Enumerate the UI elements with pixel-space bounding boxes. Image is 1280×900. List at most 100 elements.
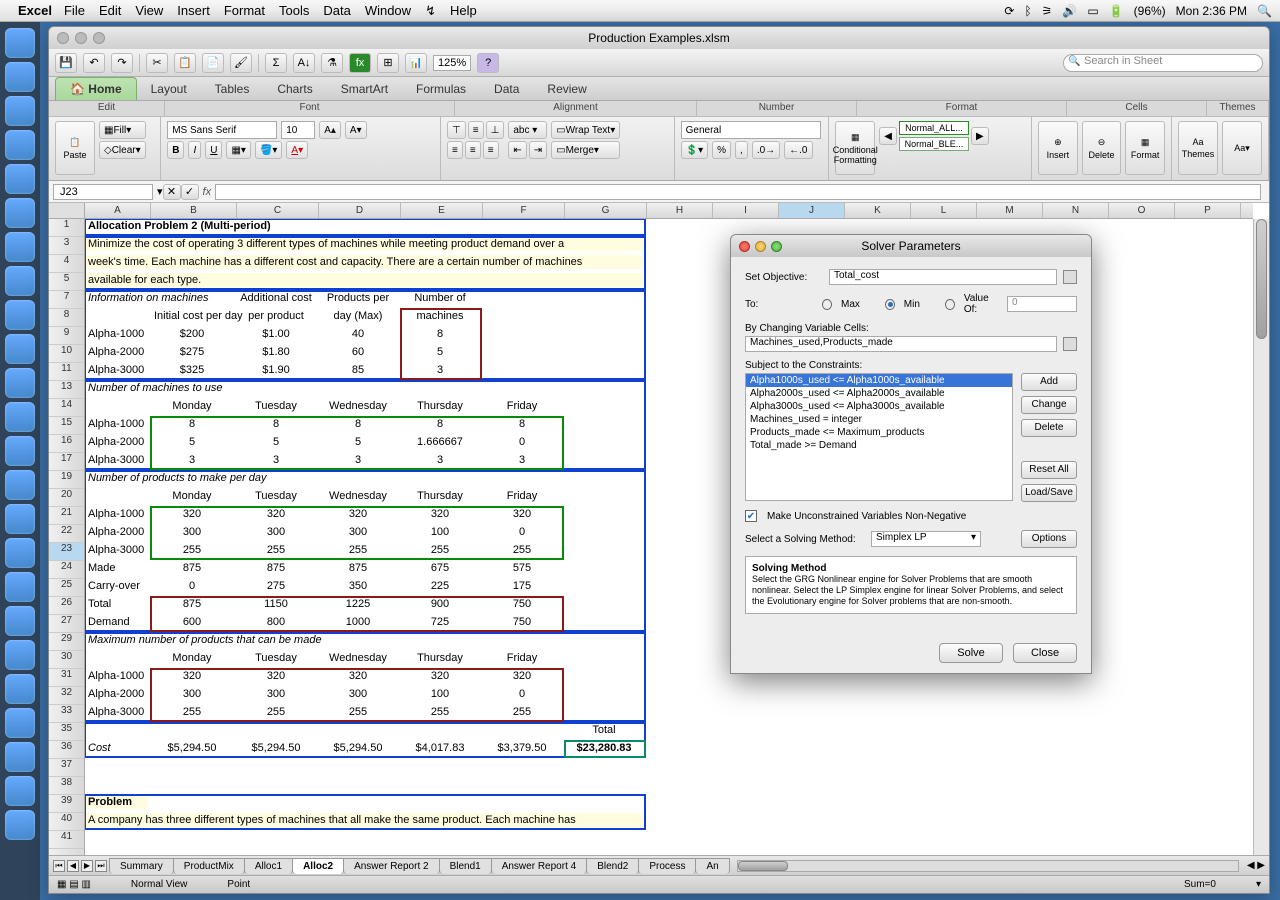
tab-formulas[interactable]: Formulas — [402, 78, 480, 100]
tab-next-icon[interactable]: ▶ — [81, 860, 93, 872]
conditional-formatting-button[interactable]: ▦Conditional Formatting — [835, 121, 875, 175]
clear-button[interactable]: ◇ Clear ▾ — [99, 141, 146, 159]
row-header-13[interactable]: 13 — [49, 381, 84, 399]
row-header-17[interactable]: 17 — [49, 453, 84, 471]
row-header-41[interactable]: 41 — [49, 831, 84, 849]
percent-icon[interactable]: % — [712, 141, 731, 159]
col-header-P[interactable]: P — [1175, 203, 1241, 218]
solver-options-button[interactable]: Options — [1021, 530, 1077, 548]
row-header-37[interactable]: 37 — [49, 759, 84, 777]
dock-item[interactable] — [5, 708, 35, 738]
row-header-30[interactable]: 30 — [49, 651, 84, 669]
row-header-31[interactable]: 31 — [49, 669, 84, 687]
row-header-23[interactable]: 23 — [49, 543, 84, 561]
dock-item[interactable] — [5, 776, 35, 806]
col-header-G[interactable]: G — [565, 203, 647, 218]
shrink-font-icon[interactable]: A▾ — [345, 121, 367, 139]
solver-constraints-list[interactable]: Alpha1000s_used <= Alpha1000s_available … — [745, 373, 1013, 501]
range-picker-icon[interactable] — [1063, 337, 1077, 351]
row-header-38[interactable]: 38 — [49, 777, 84, 795]
align-right-icon[interactable]: ≡ — [483, 141, 499, 159]
row-header-1[interactable]: 1 — [49, 219, 84, 237]
paste-icon[interactable]: 📄 — [202, 53, 224, 73]
sheet-tab-an[interactable]: An — [695, 858, 729, 874]
sheet-tab-answer report 4[interactable]: Answer Report 4 — [491, 858, 587, 874]
dock-item[interactable] — [5, 96, 35, 126]
row-header-36[interactable]: 36 — [49, 741, 84, 759]
solver-add-button[interactable]: Add — [1021, 373, 1077, 391]
chart-icon[interactable]: 📊 — [405, 53, 427, 73]
align-top-icon[interactable]: ⊤ — [447, 121, 466, 139]
solver-min-radio[interactable] — [885, 299, 895, 310]
font-size-select[interactable]: 10 — [281, 121, 315, 139]
sheet-tab-blend2[interactable]: Blend2 — [586, 858, 639, 874]
solver-close-button[interactable]: Close — [1013, 643, 1077, 663]
row-header-20[interactable]: 20 — [49, 489, 84, 507]
fill-button[interactable]: ▦ Fill ▾ — [99, 121, 146, 139]
volume-icon[interactable]: 🔊 — [1062, 4, 1077, 18]
solver-valueof-radio[interactable] — [945, 299, 955, 310]
row-header-8[interactable]: 8 — [49, 309, 84, 327]
decrease-indent-icon[interactable]: ⇤ — [508, 141, 526, 159]
dock-item[interactable] — [5, 368, 35, 398]
row-header-25[interactable]: 25 — [49, 579, 84, 597]
solver-nonneg-checkbox[interactable]: ✔ — [745, 510, 757, 522]
solver-minimize-icon[interactable] — [755, 241, 766, 252]
row-header-10[interactable]: 10 — [49, 345, 84, 363]
col-header-A[interactable]: A — [85, 203, 151, 218]
horizontal-scrollbar[interactable] — [737, 860, 1239, 872]
menu-insert[interactable]: Insert — [177, 3, 210, 18]
column-headers[interactable]: ABCDEFGHIJKLMNOP — [85, 203, 1253, 219]
select-all-corner[interactable] — [49, 203, 85, 219]
dock-item[interactable] — [5, 436, 35, 466]
solver-max-radio[interactable] — [822, 299, 832, 310]
col-header-L[interactable]: L — [911, 203, 977, 218]
row-header-19[interactable]: 19 — [49, 471, 84, 489]
constraint-item[interactable]: Alpha1000s_used <= Alpha1000s_available — [746, 374, 1012, 387]
sheet-tab-answer report 2[interactable]: Answer Report 2 — [343, 858, 439, 874]
align-bottom-icon[interactable]: ⊥ — [486, 121, 505, 139]
row-header-22[interactable]: 22 — [49, 525, 84, 543]
row-header-3[interactable]: 3 — [49, 237, 84, 255]
italic-icon[interactable]: I — [188, 141, 201, 159]
style-next-icon[interactable]: ▶ — [971, 127, 989, 145]
col-header-D[interactable]: D — [319, 203, 401, 218]
wifi-icon[interactable]: ⚞ — [1042, 4, 1053, 18]
row-header-5[interactable]: 5 — [49, 273, 84, 291]
menu-view[interactable]: View — [135, 3, 163, 18]
col-header-M[interactable]: M — [977, 203, 1043, 218]
delete-cells-button[interactable]: ⊖Delete — [1082, 121, 1122, 175]
sheet-tab-alloc1[interactable]: Alloc1 — [244, 858, 293, 874]
sheet-tab-alloc2[interactable]: Alloc2 — [292, 858, 344, 874]
orientation-button[interactable]: abc ▾ — [508, 121, 547, 139]
cell-style-2[interactable]: Normal_BLE... — [899, 137, 969, 151]
fx-icon[interactable]: fx — [349, 53, 371, 73]
solver-method-select[interactable]: Simplex LP▾ — [871, 531, 981, 547]
grow-font-icon[interactable]: A▴ — [319, 121, 341, 139]
tab-home[interactable]: 🏠 Home — [55, 77, 137, 100]
minimize-icon[interactable] — [75, 32, 87, 44]
constraint-item[interactable]: Total_made >= Demand — [746, 439, 1012, 452]
save-icon[interactable]: 💾 — [55, 53, 77, 73]
col-header-O[interactable]: O — [1109, 203, 1175, 218]
dock-item[interactable] — [5, 334, 35, 364]
solver-zoom-icon[interactable] — [771, 241, 782, 252]
tab-prev-icon[interactable]: ◀ — [67, 860, 79, 872]
bold-icon[interactable]: B — [167, 141, 184, 159]
sheet-tab-summary[interactable]: Summary — [109, 858, 174, 874]
solver-valueof-input[interactable]: 0 — [1007, 296, 1077, 312]
autosum-icon[interactable]: Σ — [265, 53, 287, 73]
zoom-icon[interactable] — [93, 32, 105, 44]
dock-item[interactable] — [5, 402, 35, 432]
col-header-J[interactable]: J — [779, 203, 845, 218]
col-header-I[interactable]: I — [713, 203, 779, 218]
col-header-C[interactable]: C — [237, 203, 319, 218]
dock-item[interactable] — [5, 266, 35, 296]
row-header-26[interactable]: 26 — [49, 597, 84, 615]
scroll-thumb[interactable] — [1256, 219, 1267, 339]
tab-last-icon[interactable]: ⏭ — [95, 860, 107, 872]
fx-label-icon[interactable]: fx — [203, 186, 212, 198]
decrease-decimal-icon[interactable]: ←.0 — [784, 141, 812, 159]
insert-cells-button[interactable]: ⊕Insert — [1038, 121, 1078, 175]
menu-window[interactable]: Window — [365, 3, 411, 18]
